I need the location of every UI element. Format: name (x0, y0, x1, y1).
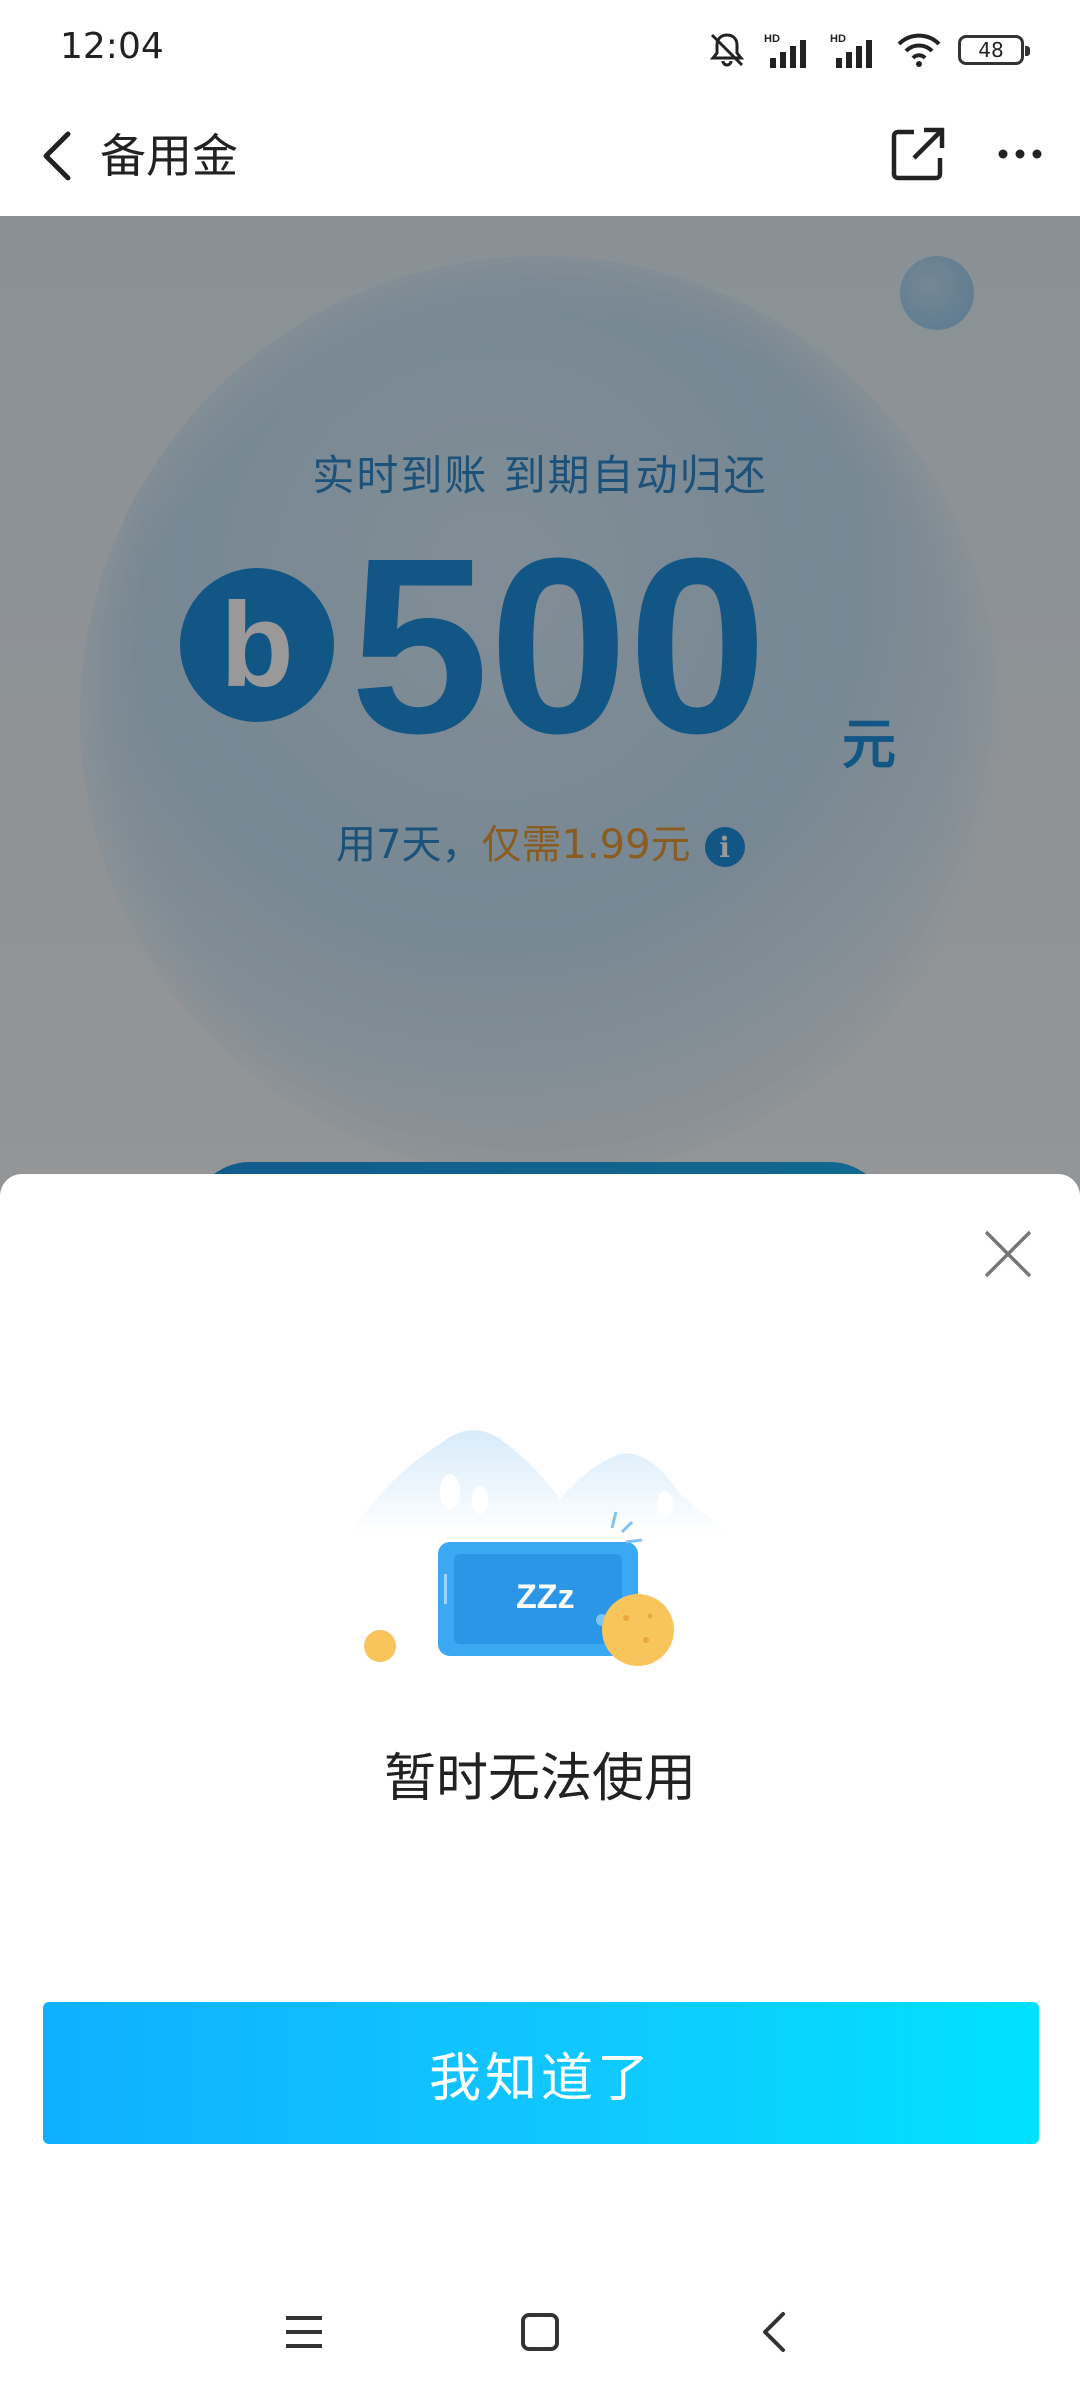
close-icon (984, 1230, 1032, 1278)
svg-text:HD: HD (830, 33, 846, 45)
nav-back-button[interactable] (734, 2292, 814, 2372)
share-button[interactable] (888, 122, 948, 186)
battery-icon: 48 (958, 35, 1030, 65)
sleeping-phone-illustration: ZZz (350, 1430, 730, 1666)
screen: 12:04 HD HD 48 备用金 实时到账 到期自动归还 b 500 元 用… (0, 0, 1080, 2400)
header: 备用金 (0, 100, 1080, 216)
home-button[interactable] (500, 2292, 580, 2372)
page-title: 备用金 (100, 129, 238, 183)
recents-button[interactable] (264, 2292, 344, 2372)
status-bar: 12:04 HD HD 48 (0, 0, 1080, 100)
battery-level: 48 (978, 38, 1004, 62)
unavailable-message: 暂时无法使用 (383, 1749, 696, 1809)
share-icon (891, 127, 945, 181)
illustration-zzz: ZZz (516, 1578, 575, 1616)
system-nav-bar (0, 2264, 1080, 2400)
status-time: 12:04 (60, 26, 164, 67)
svg-text:HD: HD (764, 33, 780, 45)
back-button[interactable] (26, 124, 90, 188)
close-button[interactable] (972, 1218, 1044, 1290)
home-icon (521, 2313, 559, 2351)
status-icons: HD HD 48 (706, 28, 1030, 72)
mute-icon (709, 33, 745, 67)
more-icon (998, 149, 1042, 159)
hd-signal-icon: HD (830, 33, 872, 68)
bottom-sheet: ZZz 暂时无法使用 我知道了 (0, 1174, 1080, 2400)
back-icon (43, 131, 71, 181)
hd-signal-icon: HD (764, 33, 806, 68)
menu-icon (286, 2316, 322, 2348)
got-it-button[interactable]: 我知道了 (43, 2002, 1039, 2144)
back-icon (763, 2312, 785, 2352)
more-button[interactable] (990, 122, 1050, 186)
wifi-icon (897, 33, 941, 67)
